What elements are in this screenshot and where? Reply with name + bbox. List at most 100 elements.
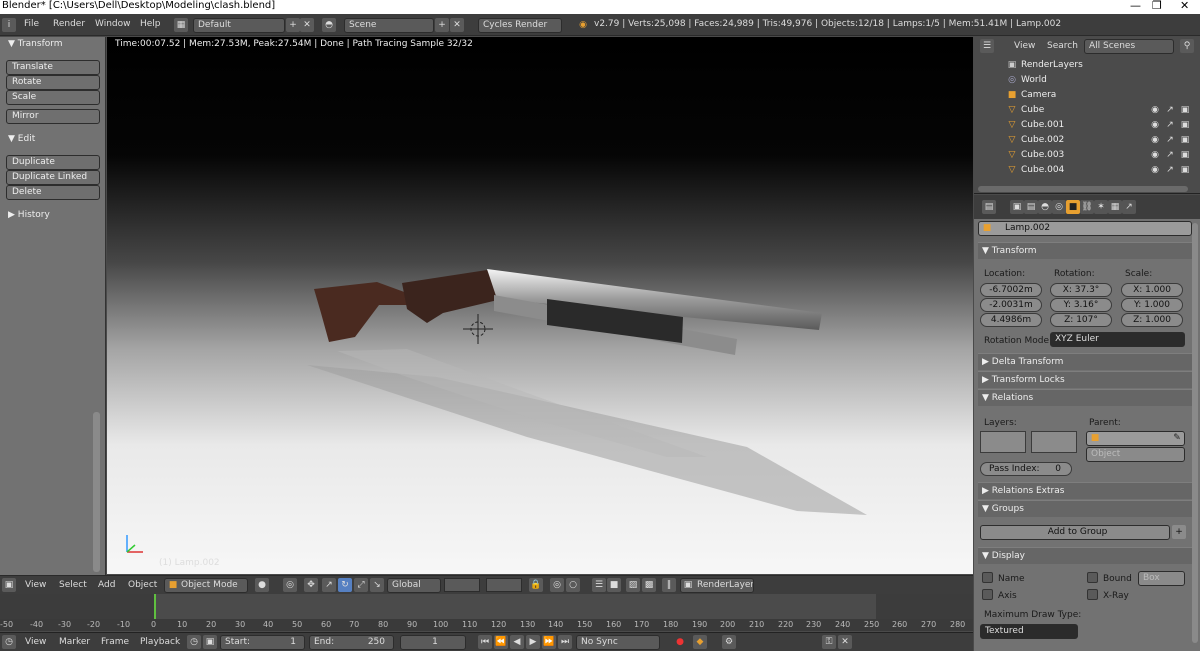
outliner-scrollbar[interactable] [978,186,1188,192]
editor-type-icon[interactable]: i [2,18,16,32]
add-group-plus-icon[interactable]: + [1172,525,1186,539]
texture-tab-icon[interactable]: ▦ [1108,200,1122,214]
scene-field[interactable]: Scene [344,18,434,33]
layers-left-grid[interactable] [444,578,480,592]
3d-cursor-icon[interactable] [463,314,493,344]
properties-editor-icon[interactable]: ▤ [982,200,996,214]
rotation-y-field[interactable]: Y: 3.16° [1050,298,1112,312]
frame-menu[interactable]: Frame [101,637,129,647]
view-menu[interactable]: View [25,580,46,590]
menu-window[interactable]: Window [95,19,131,29]
tool-shelf-scrollbar[interactable] [93,412,100,572]
timeline-editor-icon[interactable]: ◷ [2,635,16,649]
record-icon[interactable]: ● [673,635,687,649]
parent-type-select[interactable]: Object [1086,447,1185,462]
remove-scene-icon[interactable]: ✕ [450,18,464,32]
delete-button[interactable]: Delete [6,185,100,200]
constraints-tab-icon[interactable]: ⛓ [1080,200,1094,214]
menu-file[interactable]: File [24,19,39,29]
end-frame-field[interactable]: End: 250 [309,635,394,650]
close-icon[interactable]: ✕ [1180,0,1189,12]
relations-extras-section-header[interactable]: ▶ Relations Extras [978,482,1192,499]
render-image-icon[interactable]: ▨ [626,578,640,592]
outliner-search-icon[interactable]: ⚲ [1180,39,1194,53]
menu-render[interactable]: Render [53,19,85,29]
insert-keyframe-icon[interactable]: ⚿ [822,635,836,649]
scene-icon[interactable]: ◓ [322,18,336,32]
outliner-row-camera[interactable]: ■ Camera [974,88,1200,103]
translate-button[interactable]: Translate [6,60,100,75]
scene-tab-icon[interactable]: ◓ [1038,200,1052,214]
outliner-row-cube-004[interactable]: ▽ Cube.004 ◉ ↗ ▣ [974,163,1200,178]
render-tab-icon[interactable]: ▣ [1010,200,1024,214]
select-menu[interactable]: Select [59,580,87,590]
add-to-group-button[interactable]: Add to Group [980,525,1170,540]
jump-keyframe-back-icon[interactable]: ⏪ [494,635,508,649]
eyedropper-icon[interactable]: ✎ [1170,431,1184,445]
scale-x-field[interactable]: X: 1.000 [1121,283,1183,297]
preview-range-icon[interactable]: ◷ [187,635,201,649]
minimize-icon[interactable]: — [1130,0,1141,12]
bound-type-select[interactable]: Box [1138,571,1185,586]
groups-section-header[interactable]: ▼ Groups [978,500,1192,517]
lock-range-icon[interactable]: ▣ [203,635,217,649]
play-icon[interactable]: ▶ [526,635,540,649]
object-name-field[interactable]: Lamp.002 [978,221,1192,236]
outliner-search-menu[interactable]: Search [1047,41,1078,51]
duplicate-button[interactable]: Duplicate [6,155,100,170]
transform-section-header[interactable]: ▼ Transform [978,242,1192,259]
timeline[interactable] [0,594,973,619]
manipulator-extra-icon[interactable]: ↘ [370,578,384,592]
manipulator-toggle-icon[interactable]: ✥ [304,578,318,592]
viewport-editor-icon[interactable]: ▣ [2,578,16,592]
render-camera-icon[interactable]: ▣ [1178,133,1192,147]
select-cursor-icon[interactable]: ↗ [1163,133,1177,147]
name-checkbox[interactable] [982,572,993,583]
object-tab-icon[interactable]: ■ [1066,200,1080,214]
jump-start-icon[interactable]: ⏮ [478,635,492,649]
layers-right-grid[interactable] [486,578,522,592]
scale-z-field[interactable]: Z: 1.000 [1121,313,1183,327]
axis-checkbox[interactable] [982,589,993,600]
translate-manipulator-icon[interactable]: ↗ [322,578,336,592]
render-engine-select[interactable]: Cycles Render [478,18,562,33]
delete-keyframe-icon[interactable]: ✕ [838,635,852,649]
add-screen-icon[interactable]: + [286,18,300,32]
marker-menu[interactable]: Marker [59,637,90,647]
rotate-manipulator-icon[interactable]: ↻ [338,578,352,592]
screen-layout-field[interactable]: Default [193,18,285,33]
render-animation-icon[interactable]: ▩ [642,578,656,592]
add-scene-icon[interactable]: + [435,18,449,32]
renderlayers-tab-icon[interactable]: ▤ [1024,200,1038,214]
rotation-x-field[interactable]: X: 37.3° [1050,283,1112,297]
bound-checkbox[interactable] [1087,572,1098,583]
transform-panel-header[interactable]: ▼ Transform [8,39,63,49]
proportional-edit-icon[interactable]: ◎ [550,578,564,592]
render-camera-icon[interactable]: ▣ [1178,103,1192,117]
pivot-point-icon[interactable]: ◎ [283,578,297,592]
pass-index-field[interactable]: Pass Index: 0 [980,462,1072,476]
select-cursor-icon[interactable]: ↗ [1163,163,1177,177]
playback-menu[interactable]: Playback [140,637,180,647]
rotate-button[interactable]: Rotate [6,75,100,90]
outliner-view-menu[interactable]: View [1014,41,1035,51]
3d-viewport[interactable]: Time:00:07.52 | Mem:27.53M, Peak:27.54M … [107,37,973,574]
outliner-filter-select[interactable]: All Scenes [1084,39,1174,54]
rotation-mode-select[interactable]: XYZ Euler [1050,332,1185,347]
select-cursor-icon[interactable]: ↗ [1163,148,1177,162]
world-tab-icon[interactable]: ◎ [1052,200,1066,214]
menu-help[interactable]: Help [140,19,161,29]
render-camera-icon[interactable]: ▣ [1178,163,1192,177]
rotation-z-field[interactable]: Z: 107° [1050,313,1112,327]
outliner-row-cube[interactable]: ▽ Cube ◉ ↗ ▣ [974,103,1200,118]
outliner-editor-icon[interactable]: ☰ [980,39,994,53]
current-frame-indicator[interactable] [154,594,156,619]
visibility-eye-icon[interactable]: ◉ [1148,133,1162,147]
xray-checkbox[interactable] [1087,589,1098,600]
outliner-row-world[interactable]: ◎ World [974,73,1200,88]
screen-layout-icon[interactable]: ▦ [174,18,188,32]
max-draw-type-select[interactable]: Textured [980,624,1078,639]
current-frame-field[interactable]: 1 [400,635,466,650]
visibility-eye-icon[interactable]: ◉ [1148,103,1162,117]
object-menu[interactable]: Object [128,580,157,590]
